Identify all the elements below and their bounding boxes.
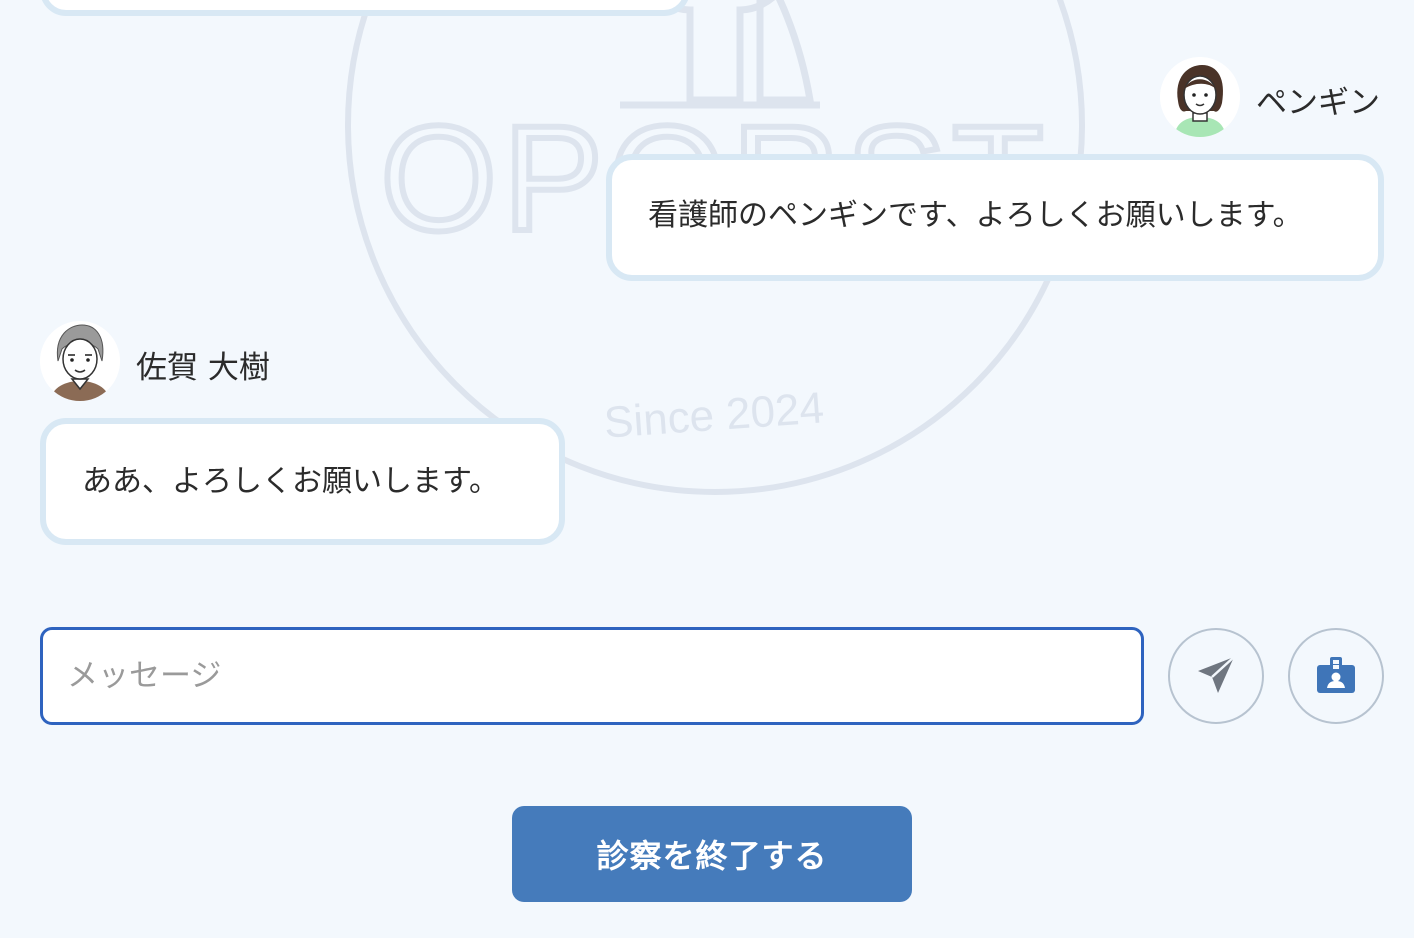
patient-message-bubble: ああ、よろしくお願いします。 (40, 418, 565, 545)
patient-name: 佐賀 大樹 (136, 350, 270, 386)
paper-plane-icon (1194, 653, 1238, 700)
send-button[interactable] (1168, 628, 1264, 724)
patient-info-button[interactable] (1288, 628, 1384, 724)
end-consultation-button[interactable]: 診察を終了する (512, 806, 912, 902)
message-input[interactable] (40, 627, 1144, 725)
elderly-man-avatar-icon (40, 321, 120, 401)
nurse-message-bubble: 看護師のペンギンです、よろしくお願いします。 (606, 154, 1384, 281)
nurse-message-text: 看護師のペンギンです、よろしくお願いします。 (648, 198, 1303, 233)
previous-message-bubble (40, 0, 690, 16)
nurse-avatar-icon (1160, 57, 1240, 137)
patient-message-text: ああ、よろしくお願いします。 (82, 464, 499, 499)
id-badge-icon (1314, 653, 1358, 700)
nurse-name: ペンギン (1256, 85, 1380, 121)
watermark-since: Since 2024 (602, 383, 825, 447)
